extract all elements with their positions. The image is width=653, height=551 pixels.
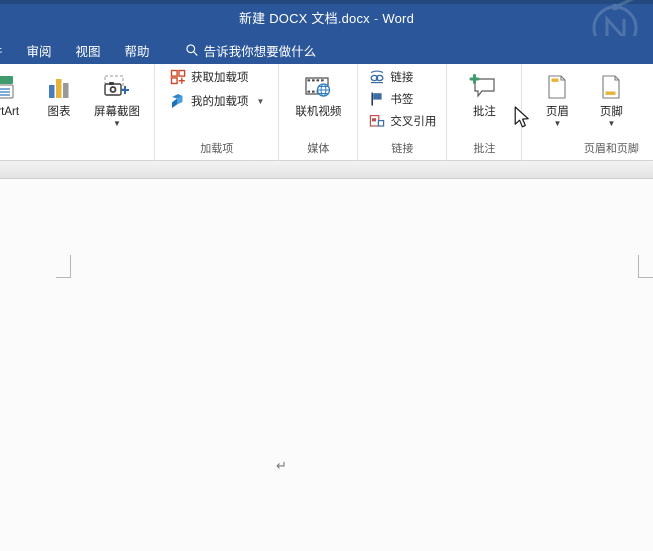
online-video-label: 联机视频 [295, 106, 341, 119]
header-button[interactable]: 页眉 ▼ [530, 68, 584, 128]
cross-reference-label: 交叉引用 [390, 113, 436, 129]
title-bar: 新建 DOCX 文档.docx-Word [0, 0, 653, 36]
link-label: 链接 [390, 69, 413, 85]
chart-icon [44, 70, 74, 106]
link-icon [368, 69, 385, 86]
my-addins-button[interactable]: 我的加载项 ▼ [169, 91, 264, 111]
ribbon-tab-strip: 件 审阅 视图 帮助 告诉我你想要做什么 [0, 36, 653, 64]
screenshot-label: 屏幕截图 [94, 106, 140, 119]
chart-button[interactable]: 图表 [32, 68, 86, 119]
screenshot-button[interactable]: 屏幕截图 ▼ [86, 68, 148, 128]
search-icon [185, 43, 199, 57]
tab-help[interactable]: 帮助 [116, 38, 159, 63]
document-scroll-area[interactable]: ↵ 百度经验 [0, 179, 653, 551]
window-title: 新建 DOCX 文档.docx-Word [0, 8, 653, 27]
page-number-button[interactable]: # 页码 ▼ [638, 68, 653, 128]
ribbon: artArt 图表 [0, 64, 653, 161]
ribbon-group-header-footer-body: 页眉 ▼ 页脚 ▼ [530, 64, 653, 140]
ribbon-group-links-label: 链接 [368, 140, 436, 161]
ruler[interactable] [0, 161, 653, 179]
margin-marker-top-right [622, 255, 653, 281]
paragraph-mark: ↵ [276, 459, 287, 474]
online-video-button[interactable]: 联机视频 [287, 68, 349, 119]
footer-label: 页脚 [600, 106, 623, 119]
my-addins-dropdown-caret[interactable]: ▼ [257, 97, 265, 106]
tab-view[interactable]: 视图 [67, 38, 110, 63]
my-addins-icon [169, 93, 186, 110]
tab-partial-left-label: 件 [0, 45, 3, 59]
header-label: 页眉 [546, 106, 569, 119]
tell-me-placeholder: 告诉我你想要做什么 [204, 41, 317, 60]
ribbon-group-illustrations-body: artArt 图表 [0, 64, 148, 156]
window-title-app: Word [382, 11, 414, 26]
new-comment-button[interactable]: 批注 [457, 68, 511, 119]
ribbon-group-links: 链接 书签 [357, 64, 446, 161]
tell-me-search-box[interactable]: 告诉我你想要做什么 [185, 41, 317, 60]
bookmark-button[interactable]: 书签 [368, 89, 413, 109]
my-addins-label: 我的加载项 [191, 93, 249, 109]
new-comment-label: 批注 [473, 106, 496, 119]
ribbon-groups: artArt 图表 [0, 64, 653, 161]
ribbon-group-media: 联机视频 媒体 [278, 64, 357, 161]
window-title-document: 新建 DOCX 文档.docx [239, 11, 370, 26]
ribbon-group-addins-body: 获取加载项 我的加载项 ▼ [169, 64, 264, 140]
footer-button[interactable]: 页脚 ▼ [584, 68, 638, 128]
header-dropdown-caret[interactable]: ▼ [553, 120, 561, 128]
window-title-separator: - [370, 11, 383, 26]
screenshot-dropdown-caret[interactable]: ▼ [113, 120, 121, 128]
cross-reference-button[interactable]: 交叉引用 [368, 111, 436, 131]
smartart-icon [0, 70, 20, 106]
ribbon-group-comments-label: 批注 [457, 140, 511, 161]
ribbon-group-media-body: 联机视频 [287, 64, 349, 140]
ribbon-group-links-body: 链接 书签 [368, 64, 436, 140]
footer-page-icon [597, 70, 625, 106]
bookmark-label: 书签 [390, 91, 413, 107]
smartart-button[interactable]: artArt [0, 68, 32, 119]
get-addins-label: 获取加载项 [191, 69, 249, 85]
tab-partial-left[interactable]: 件 [0, 38, 12, 63]
chart-label: 图表 [48, 106, 71, 119]
smartart-label: artArt [0, 106, 19, 119]
ribbon-group-header-footer-label: 页眉和页脚 [530, 140, 653, 161]
cross-reference-icon [368, 113, 385, 130]
footer-dropdown-caret[interactable]: ▼ [607, 120, 615, 128]
ribbon-group-media-label: 媒体 [287, 140, 349, 161]
tab-view-label: 视图 [76, 45, 101, 59]
ribbon-group-illustrations: artArt 图表 [0, 64, 154, 161]
title-bar-top-strip [0, 0, 653, 4]
new-comment-icon [468, 70, 500, 106]
document-page[interactable]: ↵ 百度经验 [0, 179, 653, 551]
link-button[interactable]: 链接 [368, 67, 413, 87]
get-addins-button[interactable]: 获取加载项 [169, 67, 249, 87]
ribbon-group-addins-label: 加载项 [169, 140, 264, 161]
word-application-window: 新建 DOCX 文档.docx-Word 件 审阅 视图 帮助 告诉我你想要做什 [0, 0, 653, 551]
ribbon-group-header-footer: 页眉 ▼ 页脚 ▼ [521, 64, 653, 161]
screenshot-icon [100, 70, 134, 106]
tab-help-label: 帮助 [125, 45, 150, 59]
store-icon [169, 69, 186, 86]
ribbon-group-addins: 获取加载项 我的加载项 ▼ 加载项 [154, 64, 278, 161]
tab-review-label: 审阅 [27, 45, 52, 59]
ribbon-group-comments-body: 批注 [457, 64, 511, 140]
bookmark-flag-icon [368, 91, 385, 108]
tab-review[interactable]: 审阅 [18, 38, 61, 63]
header-page-icon [543, 70, 571, 106]
ribbon-group-comments: 批注 批注 [446, 64, 521, 161]
margin-marker-top-left [56, 255, 78, 281]
online-video-icon [301, 70, 335, 106]
